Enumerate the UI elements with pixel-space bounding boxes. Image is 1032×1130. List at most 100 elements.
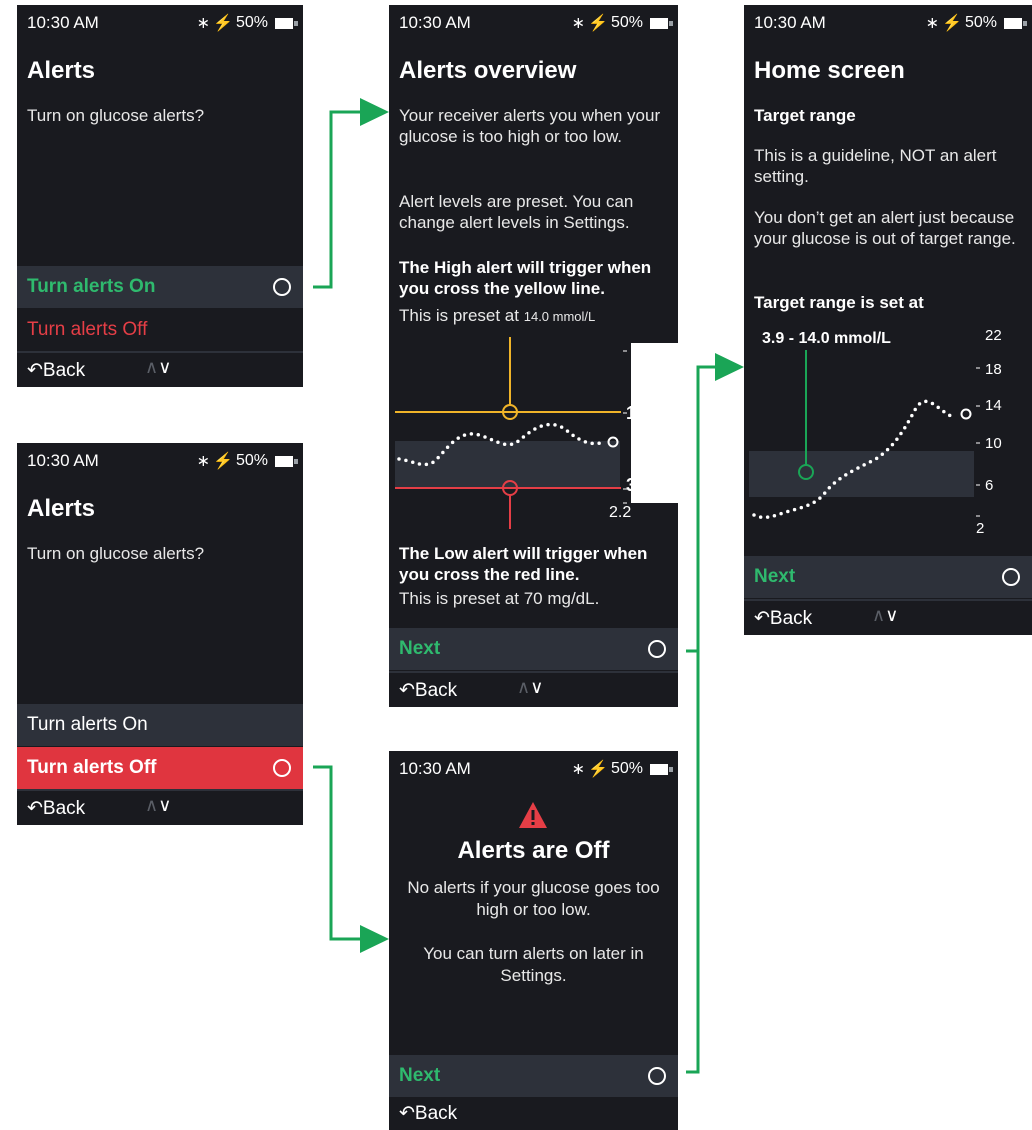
back-icon: ↶ — [399, 1103, 415, 1124]
turn-alerts-off-option[interactable]: Turn alerts Off — [17, 309, 303, 351]
status-bar: 10:30 AM ∗ ⚡ 50% — [17, 443, 303, 477]
page-title: Alerts — [27, 495, 96, 522]
charging-icon: ⚡ — [588, 15, 608, 32]
question-text: Turn on glucose alerts? — [27, 544, 205, 563]
next-label: Next — [754, 566, 796, 587]
connector-alerts-off-to-home — [686, 651, 700, 1074]
bluetooth-icon: ∗ — [196, 15, 211, 32]
battery-percent: 50% — [235, 14, 268, 31]
battery-icon — [650, 17, 673, 29]
tick-2: 2 — [976, 520, 984, 537]
axis-label-high: 14.0 — [626, 403, 661, 423]
axis-label-low: 3.9 — [626, 475, 651, 495]
back-icon: ↶ — [27, 360, 43, 381]
back-button[interactable]: ↶Back — [27, 797, 85, 820]
connector-on-to-overview — [313, 110, 372, 289]
status-bar: 10:30 AM ∗ ⚡ 50% — [744, 5, 1032, 39]
bluetooth-icon: ∗ — [925, 15, 940, 32]
target-range-chart: 3.9 - 14.0 mmol/L 22 18 14 10 6 2 — [749, 327, 1002, 537]
battery-icon — [275, 455, 298, 467]
select-ring-icon — [648, 1067, 666, 1085]
tick-10: 10 — [985, 435, 1002, 452]
low-alert-text: The Low alert will trigger when you cros… — [399, 544, 648, 584]
status-bar: 10:30 AM ∗ ⚡ 50% — [389, 751, 678, 785]
section-subtitle: Target range — [754, 106, 856, 125]
nav-bar: ↶Back ∧∨ — [17, 789, 303, 825]
bluetooth-icon: ∗ — [196, 453, 211, 470]
charging-icon: ⚡ — [213, 453, 233, 470]
page-title: Alerts overview — [399, 57, 577, 84]
tick-22: 22 — [985, 327, 1002, 344]
battery-percent: 50% — [964, 14, 997, 31]
high-preset-value: 14.0 mmol/L — [523, 309, 596, 324]
nav-bar: ↶Back ∧∨ — [744, 599, 1032, 635]
screen-alerts-on-selected: 10:30 AM ∗ ⚡ 50% Alerts Turn on glucose … — [17, 5, 303, 387]
select-ring-icon — [273, 759, 291, 777]
status-time: 10:30 AM — [399, 759, 471, 778]
high-preset-line: This is preset at 14.0 mmol/L — [399, 306, 596, 325]
page-title: Home screen — [754, 57, 905, 84]
tick-14: 14 — [985, 397, 1002, 414]
battery-icon — [1004, 17, 1027, 29]
battery-percent: 50% — [610, 760, 643, 777]
screen-alerts-are-off: 10:30 AM ∗ ⚡ 50% Alerts are Off No alert… — [389, 751, 678, 1130]
up-down-arrows-icon[interactable]: ∧∨ — [145, 357, 171, 378]
tick-6: 6 — [985, 477, 993, 494]
warning-icon — [519, 802, 547, 828]
screen-alerts-overview: 10:30 AM ∗ ⚡ 50% Alerts overview Your re… — [389, 5, 678, 707]
next-button[interactable]: Next — [389, 1055, 678, 1097]
battery-percent: 50% — [610, 14, 643, 31]
status-bar: 10:30 AM ∗ ⚡ 50% — [389, 5, 678, 39]
next-button[interactable]: Next — [744, 556, 1032, 598]
axis-label-min: 2.2 — [609, 504, 631, 521]
guideline-text: This is a guideline, NOT an alert settin… — [754, 146, 997, 186]
back-icon: ↶ — [27, 798, 43, 819]
select-ring-icon — [648, 640, 666, 658]
charging-icon: ⚡ — [213, 15, 233, 32]
arrowhead-home — [715, 353, 744, 381]
back-button[interactable]: ↶Back — [399, 1102, 457, 1125]
battery-percent: 50% — [235, 452, 268, 469]
screen-alerts-off-selected: 10:30 AM ∗ ⚡ 50% Alerts Turn on glucose … — [17, 443, 303, 825]
back-button[interactable]: ↶Back — [27, 359, 85, 382]
target-range-band — [749, 451, 974, 497]
bluetooth-icon: ∗ — [571, 15, 586, 32]
select-ring-icon — [273, 278, 291, 296]
question-text: Turn on glucose alerts? — [27, 106, 205, 125]
turn-alerts-on-option[interactable]: Turn alerts On — [17, 266, 303, 308]
up-down-arrows-icon[interactable]: ∧∨ — [872, 605, 898, 626]
status-time: 10:30 AM — [399, 13, 471, 32]
current-reading-marker — [960, 408, 972, 420]
charging-icon: ⚡ — [588, 761, 608, 778]
page-title: Alerts are Off — [457, 837, 610, 864]
preset-text: Alert levels are preset. You can change … — [399, 192, 634, 232]
up-down-arrows-icon[interactable]: ∧∨ — [517, 677, 543, 698]
battery-icon — [650, 763, 673, 775]
page-title: Alerts — [27, 57, 96, 84]
back-button[interactable]: ↶Back — [399, 679, 457, 702]
option-label: Turn alerts Off — [27, 319, 148, 340]
alert-level-chart: 14.0 3.9 2.2 — [395, 337, 678, 529]
intro-text: Your receiver alerts you when your gluco… — [399, 106, 661, 146]
battery-icon — [275, 17, 298, 29]
tick-18: 18 — [985, 361, 1002, 378]
range-label: Target range is set at — [754, 293, 924, 312]
next-label: Next — [399, 1065, 441, 1086]
up-down-arrows-icon[interactable]: ∧∨ — [145, 795, 171, 816]
range-value: 3.9 - 14.0 mmol/L — [762, 330, 891, 347]
next-button[interactable]: Next — [389, 628, 678, 670]
status-time: 10:30 AM — [27, 451, 99, 470]
out-of-range-text: You don’t get an alert just because your… — [754, 208, 1016, 248]
nav-bar: ↶Back — [389, 1094, 678, 1130]
nav-bar: ↶Back ∧∨ — [389, 671, 678, 707]
back-button[interactable]: ↶Back — [754, 607, 812, 630]
turn-on-later-text: You can turn alerts on later in Settings… — [423, 944, 644, 985]
select-ring-icon — [1002, 568, 1020, 586]
high-alert-text: The High alert will trigger when you cro… — [399, 258, 652, 298]
no-alerts-text: No alerts if your glucose goes too high … — [407, 878, 660, 919]
screen-home: 10:30 AM ∗ ⚡ 50% Home screen Target rang… — [744, 5, 1032, 635]
back-icon: ↶ — [754, 608, 770, 629]
turn-alerts-off-option[interactable]: Turn alerts Off — [17, 747, 303, 789]
turn-alerts-on-option[interactable]: Turn alerts On — [17, 704, 303, 746]
option-label: Turn alerts On — [27, 276, 156, 297]
